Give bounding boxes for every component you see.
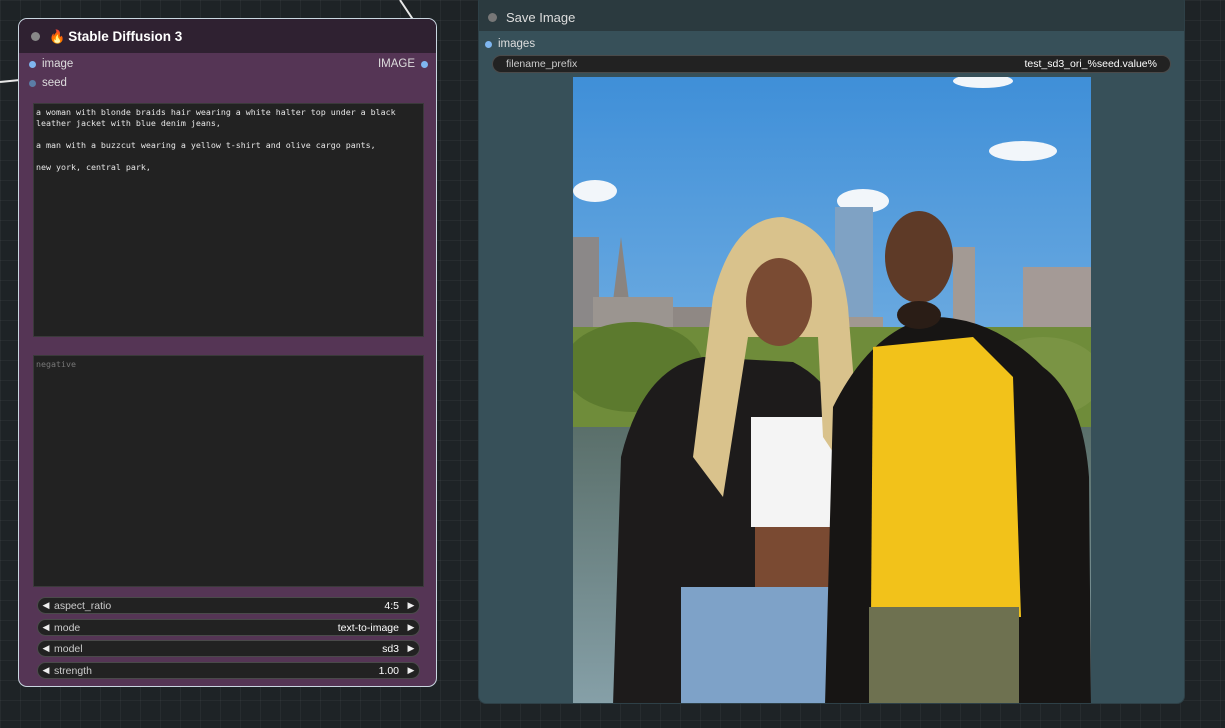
output-slot-image[interactable]: IMAGE — [378, 58, 428, 70]
slot-dot-icon[interactable] — [485, 40, 492, 48]
mode-combo[interactable]: ◀ mode text-to-image ▶ — [37, 619, 420, 636]
arrow-right-icon[interactable]: ▶ — [403, 600, 419, 611]
slot-label: seed — [42, 77, 67, 89]
slot-label: IMAGE — [377, 58, 415, 70]
slot-dot-icon[interactable] — [29, 60, 36, 68]
slot-dot-icon[interactable] — [421, 60, 428, 68]
filename-prefix-field[interactable]: filename_prefix test_sd3_ori_%seed.value… — [492, 55, 1171, 73]
widget-value: test_sd3_ori_%seed.value% — [1024, 58, 1157, 70]
slot-label: images — [498, 38, 536, 50]
slot-dot-icon[interactable] — [29, 79, 36, 87]
widget-label: mode — [54, 621, 81, 634]
input-slot-image[interactable]: image — [29, 58, 73, 70]
node-header[interactable]: Save Image — [479, 0, 1184, 31]
strength-number-widget[interactable]: ◀ strength 1.00 ▶ — [37, 662, 420, 679]
model-combo[interactable]: ◀ model sd3 ▶ — [37, 640, 420, 657]
preview-image[interactable] — [573, 77, 1091, 703]
widget-value: sd3 — [382, 642, 399, 655]
input-slot-seed[interactable]: seed — [29, 77, 67, 89]
save-image-node[interactable]: Save Image images filename_prefix test_s… — [478, 0, 1185, 704]
negative-prompt-textarea[interactable]: negative — [33, 355, 424, 587]
node-header[interactable]: 🔥 Stable Diffusion 3 — [19, 19, 436, 53]
widget-label: aspect_ratio — [54, 599, 112, 612]
arrow-left-icon[interactable]: ◀ — [38, 622, 54, 633]
prompt-textarea[interactable]: a woman with blonde braids hair wearing … — [33, 103, 424, 337]
arrow-right-icon[interactable]: ▶ — [403, 643, 419, 654]
slot-label: image — [42, 58, 74, 70]
widget-value: 4:5 — [384, 599, 399, 612]
arrow-left-icon[interactable]: ◀ — [38, 643, 54, 654]
collapse-dot-icon[interactable] — [488, 12, 497, 22]
widget-label: model — [54, 642, 83, 655]
widget-value: text-to-image — [337, 621, 399, 634]
widget-label: strength — [54, 664, 92, 677]
node-title: Save Image — [506, 9, 576, 25]
preview-photo-illustration — [573, 77, 1091, 703]
widget-value: 1.00 — [378, 664, 399, 677]
arrow-left-icon[interactable]: ◀ — [38, 600, 54, 611]
flame-icon: 🔥 — [49, 28, 66, 44]
input-slot-images[interactable]: images — [485, 38, 535, 50]
arrow-left-icon[interactable]: ◀ — [38, 665, 54, 676]
stable-diffusion-3-node[interactable]: 🔥 Stable Diffusion 3 image IMAGE seed a … — [18, 18, 437, 687]
aspect-ratio-combo[interactable]: ◀ aspect_ratio 4:5 ▶ — [37, 597, 420, 614]
collapse-dot-icon[interactable] — [31, 31, 40, 41]
arrow-right-icon[interactable]: ▶ — [403, 665, 419, 676]
arrow-right-icon[interactable]: ▶ — [403, 622, 419, 633]
widget-label: filename_prefix — [506, 58, 578, 70]
node-title: Stable Diffusion 3 — [68, 28, 183, 44]
